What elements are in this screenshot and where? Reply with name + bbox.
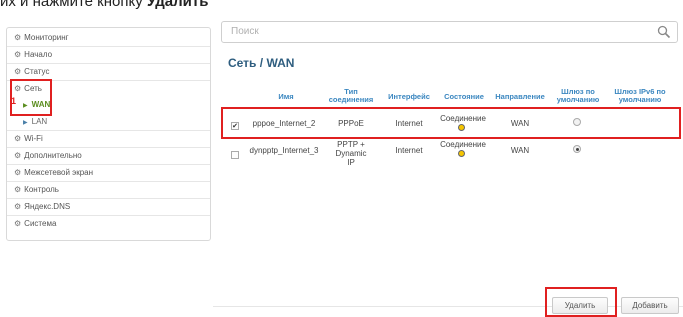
sidebar-item-start[interactable]: ⚙ Начало bbox=[14, 47, 52, 63]
highlight-box bbox=[10, 79, 52, 116]
gear-icon: ⚙ bbox=[14, 50, 22, 59]
column-header-status: Состояние bbox=[444, 92, 484, 101]
triangle-right-icon: ▶ bbox=[23, 120, 28, 126]
column-header-name: Имя bbox=[278, 92, 294, 101]
sidebar-item-label: Статус bbox=[24, 67, 50, 76]
highlight-box bbox=[545, 287, 617, 317]
status-dot-icon bbox=[458, 150, 465, 157]
column-header-interface: Интерфейс bbox=[388, 92, 430, 101]
gear-icon: ⚙ bbox=[14, 185, 22, 194]
sidebar-item-system[interactable]: ⚙ Система bbox=[14, 216, 56, 232]
cell-type: PPTP + Dynamic IP bbox=[335, 140, 367, 167]
gear-icon: ⚙ bbox=[14, 202, 22, 211]
gear-icon: ⚙ bbox=[14, 134, 22, 143]
add-button[interactable]: Добавить bbox=[621, 297, 679, 314]
sidebar-item-label: Мониторинг bbox=[24, 33, 69, 42]
sidebar-item-label: Система bbox=[24, 219, 57, 228]
sidebar-item-status[interactable]: ⚙ Статус bbox=[14, 64, 49, 80]
search-icon[interactable] bbox=[656, 24, 672, 40]
instruction-text: их и нажмите кнопку Удалить bbox=[0, 0, 209, 10]
column-header-direction: Направление bbox=[495, 92, 545, 101]
cell-direction: WAN bbox=[510, 146, 530, 155]
cell-name: dynpptp_Internet_3 bbox=[249, 146, 319, 155]
sidebar-item-label: Межсетевой экран bbox=[24, 168, 94, 177]
search-input[interactable]: Поиск bbox=[221, 21, 678, 43]
sidebar-item-label: Начало bbox=[24, 50, 53, 59]
cell-status: Соединение bbox=[440, 140, 486, 149]
gear-icon: ⚙ bbox=[14, 67, 22, 76]
column-header-ipv6-gateway: Шлюз IPv6 по умолчанию bbox=[614, 87, 666, 104]
sidebar-item-label: Яндекс.DNS bbox=[24, 202, 71, 211]
row-checkbox[interactable] bbox=[231, 151, 239, 159]
gear-icon: ⚙ bbox=[14, 168, 22, 177]
sidebar-item-label: Дополнительно bbox=[24, 151, 82, 160]
sidebar-item-monitoring[interactable]: ⚙ Мониторинг bbox=[14, 30, 69, 46]
gear-icon: ⚙ bbox=[14, 151, 22, 160]
sidebar-item-lan[interactable]: ▶ LAN bbox=[23, 114, 47, 130]
gear-icon: ⚙ bbox=[14, 33, 22, 42]
sidebar-item-wifi[interactable]: ⚙ Wi-Fi bbox=[14, 131, 43, 147]
step-marker: 1 bbox=[11, 96, 17, 106]
sidebar-item-label: Контроль bbox=[24, 185, 59, 194]
sidebar-item-firewall[interactable]: ⚙ Межсетевой экран bbox=[14, 165, 93, 181]
sidebar-nav: ⚙ Мониторинг ⚙ Начало ⚙ Статус ⚙ Сеть ▶ WAN ▶… bbox=[6, 27, 211, 241]
column-header-type: Тип соединения bbox=[328, 87, 374, 104]
cell-interface: Internet bbox=[395, 146, 423, 155]
sidebar-item-label: LAN bbox=[31, 117, 48, 126]
column-header-default-gateway: Шлюз по умолчанию bbox=[556, 87, 600, 104]
sidebar-item-control[interactable]: ⚙ Контроль bbox=[14, 182, 59, 198]
page-title: Сеть / WAN bbox=[228, 56, 295, 70]
sidebar-item-yandex-dns[interactable]: ⚙ Яндекс.DNS bbox=[14, 199, 70, 215]
sidebar-item-advanced[interactable]: ⚙ Дополнительно bbox=[14, 148, 82, 164]
search-placeholder: Поиск bbox=[231, 26, 259, 37]
default-gateway-radio[interactable] bbox=[573, 145, 581, 153]
gear-icon: ⚙ bbox=[14, 219, 22, 228]
highlight-box bbox=[221, 107, 681, 139]
sidebar-item-label: Wi-Fi bbox=[24, 134, 43, 143]
